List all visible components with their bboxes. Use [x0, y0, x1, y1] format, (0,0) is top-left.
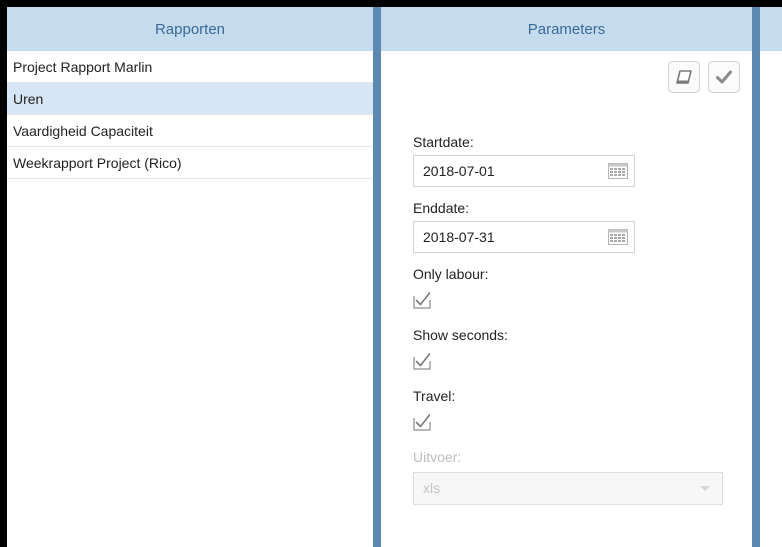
- startdate-label: Startdate:: [413, 134, 474, 150]
- only-labour-label: Only labour:: [413, 266, 489, 282]
- report-list: Project Rapport Marlin Uren Vaardigheid …: [7, 51, 373, 179]
- parameters-panel: Parameters Startdate: 2018-07-01 Enddate…: [381, 7, 752, 547]
- travel-label: Travel:: [413, 388, 456, 404]
- uitvoer-selected-value: xls: [423, 480, 441, 496]
- enddate-input[interactable]: [414, 222, 603, 252]
- uitvoer-label: Uitvoer:: [413, 449, 462, 465]
- apply-button[interactable]: [708, 61, 740, 93]
- output-panel: [760, 7, 782, 547]
- rapporten-panel: Rapporten Project Rapport Marlin Uren Va…: [7, 7, 373, 547]
- rapporten-header: Rapporten: [7, 7, 373, 51]
- uitvoer-select[interactable]: xls: [413, 472, 723, 505]
- only-labour-checkbox[interactable]: [413, 291, 431, 309]
- report-item-project-rapport-marlin[interactable]: Project Rapport Marlin: [7, 51, 373, 83]
- travel-checkbox[interactable]: [413, 413, 431, 431]
- report-item-uren[interactable]: Uren: [7, 83, 373, 115]
- eraser-icon: [676, 70, 692, 84]
- parameters-toolbar: [668, 61, 740, 93]
- clear-button[interactable]: [668, 61, 700, 93]
- show-seconds-label: Show seconds:: [413, 327, 508, 343]
- parameters-form: Startdate: Enddate:: [413, 131, 733, 505]
- report-item-weekrapport-project[interactable]: Weekrapport Project (Rico): [7, 147, 373, 179]
- enddate-label: Enddate:: [413, 200, 470, 216]
- report-app: Rapporten Project Rapport Marlin Uren Va…: [7, 7, 782, 547]
- panel-divider-left[interactable]: [373, 7, 381, 547]
- show-seconds-checkbox[interactable]: [413, 352, 431, 370]
- report-item-vaardigheid-capaciteit[interactable]: Vaardigheid Capaciteit: [7, 115, 373, 147]
- calendar-icon[interactable]: [608, 163, 628, 179]
- output-panel-header: [760, 7, 782, 51]
- calendar-icon[interactable]: [608, 229, 628, 245]
- panel-divider-right[interactable]: [752, 7, 760, 547]
- enddate-field[interactable]: [413, 221, 635, 253]
- chevron-down-icon: [700, 486, 710, 491]
- checkmark-icon: [716, 70, 732, 84]
- window-frame: Rapporten Project Rapport Marlin Uren Va…: [0, 0, 782, 547]
- parameters-header: Parameters: [381, 7, 752, 51]
- startdate-input[interactable]: [414, 156, 603, 186]
- startdate-field[interactable]: [413, 155, 635, 187]
